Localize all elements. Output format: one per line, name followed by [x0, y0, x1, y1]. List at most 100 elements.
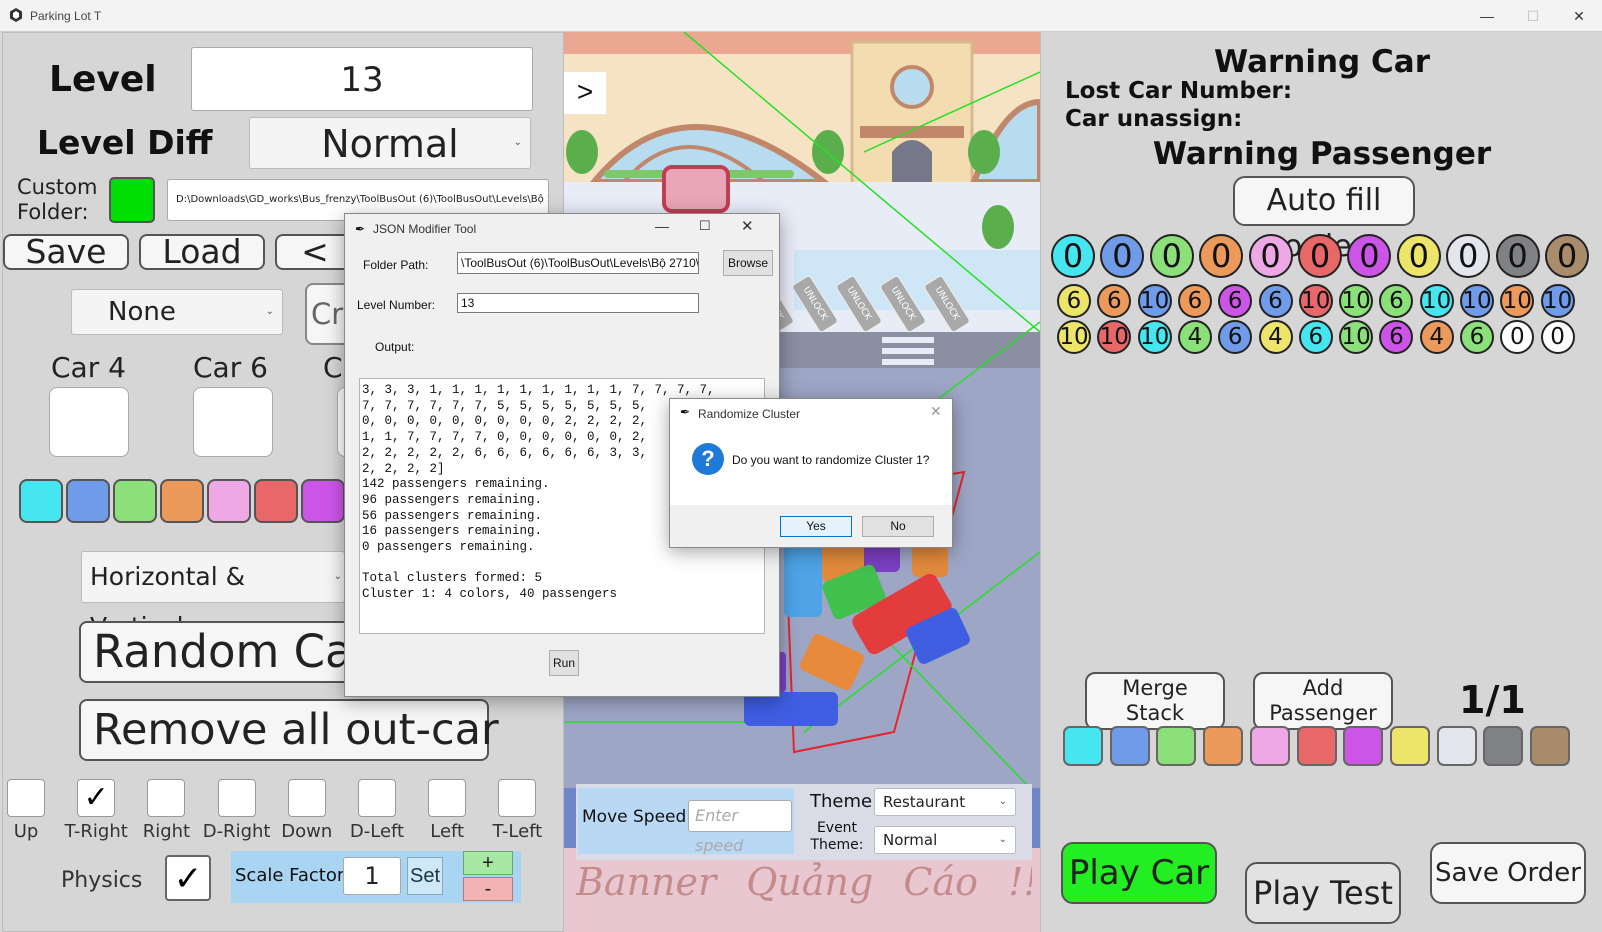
question-icon: ? [692, 443, 724, 475]
checkmark-icon: ✓ [173, 860, 203, 898]
merge-stack-button[interactable]: Merge Stack [1085, 672, 1225, 730]
level-diff-select[interactable]: Normal ⌄ [249, 117, 531, 169]
order-color-swatch[interactable] [1203, 726, 1244, 766]
scale-set-button[interactable]: Set [407, 857, 443, 895]
count-badge: 0 [1298, 234, 1342, 278]
json-window-title: JSON Modifier Tool [373, 222, 477, 236]
count-badge: 0 [1545, 234, 1589, 278]
order-color-swatch[interactable] [1483, 726, 1524, 766]
direction-label: D-Left [349, 821, 405, 842]
color-swatch[interactable] [19, 479, 63, 523]
play-test-button[interactable]: Play Test [1245, 862, 1401, 924]
direction-mode-select[interactable]: Horizontal & Vertical⌄ [81, 551, 345, 641]
order-color-swatch[interactable] [1530, 726, 1570, 766]
color-swatch[interactable] [160, 479, 204, 523]
random-car-button[interactable]: Random Car [79, 621, 369, 683]
maximize-button[interactable]: ☐ [1510, 0, 1556, 32]
count-badge: 10 [1137, 320, 1172, 354]
feather-icon: ✒ [355, 222, 366, 236]
direction-label: Right [142, 821, 191, 842]
order-color-swatch[interactable] [1156, 726, 1197, 766]
count-badge: 10 [1339, 284, 1374, 318]
minimize-icon[interactable]: — [655, 218, 669, 234]
run-button[interactable]: Run [549, 650, 579, 676]
car-unassign-label: Car unassign: [1065, 106, 1243, 132]
count-badge: 6 [1218, 284, 1253, 318]
previous-level-button[interactable]: < [275, 234, 355, 270]
dialog-close-icon[interactable]: ✕ [930, 403, 942, 420]
direction-checkbox[interactable]: ✓ [77, 779, 116, 817]
play-car-button[interactable]: Play Car [1061, 842, 1217, 904]
save-order-button[interactable]: Save Order [1430, 842, 1586, 904]
direction-label: D-Right [202, 821, 271, 842]
json-folder-path-input[interactable]: \ToolBusOut (6)\ToolBusOut\Levels\Bộ 271… [457, 252, 699, 274]
chevron-down-icon: ⌄ [998, 834, 1007, 845]
lost-car-number-label: Lost Car Number: [1065, 78, 1293, 104]
color-swatch[interactable] [207, 479, 251, 523]
direction-checkbox[interactable] [147, 779, 186, 817]
no-button[interactable]: No [862, 516, 934, 537]
browse-button[interactable]: Browse [723, 250, 773, 276]
direction-checkbox[interactable] [498, 779, 537, 817]
window-title: Parking Lot T [30, 9, 102, 23]
order-color-swatch[interactable] [1343, 726, 1384, 766]
color-swatch[interactable] [66, 479, 110, 523]
event-theme-select[interactable]: Normal ⌄ [874, 826, 1016, 854]
theme-select[interactable]: Restaurant ⌄ [874, 788, 1016, 816]
order-color-swatch[interactable] [1249, 726, 1290, 766]
add-passenger-button[interactable]: Add Passenger [1253, 672, 1393, 730]
scale-decrease-button[interactable]: - [463, 877, 513, 901]
load-button[interactable]: Load [139, 234, 265, 270]
order-color-swatch[interactable] [1389, 726, 1430, 766]
direction-checkbox[interactable] [287, 779, 326, 817]
custom-folder-toggle[interactable] [109, 177, 155, 223]
physics-checkbox[interactable]: ✓ [165, 855, 211, 901]
next-button[interactable]: > [564, 72, 606, 114]
count-badge: 10 [1419, 284, 1454, 318]
move-speed-label: Move Speed: [582, 807, 693, 827]
output-label: Output: [375, 340, 415, 354]
folder-path-label: Folder Path: [363, 258, 429, 272]
move-speed-input[interactable]: Enter speed [688, 800, 792, 855]
count-badge: 0 [1500, 320, 1535, 354]
color-swatch[interactable] [113, 479, 157, 523]
count-badge: 10 [1057, 320, 1091, 354]
scale-factor-input[interactable]: 1 [343, 857, 401, 895]
yes-button[interactable]: Yes [780, 516, 852, 537]
scale-increase-button[interactable]: + [463, 851, 513, 875]
remove-all-out-car-button[interactable]: Remove all out-car [79, 699, 499, 761]
car6-count-input[interactable] [193, 387, 273, 457]
minimize-button[interactable]: — [1464, 0, 1510, 32]
direction-checkbox[interactable] [428, 779, 467, 817]
level-label: Level [49, 59, 157, 100]
car4-count-input[interactable] [49, 387, 129, 457]
color-swatch[interactable] [301, 479, 345, 523]
auto-fill-order-button[interactable]: Auto fill order [1233, 176, 1415, 264]
direction-checkbox[interactable] [217, 779, 256, 817]
level-number-input[interactable]: 13 [457, 293, 699, 313]
direction-checkbox[interactable] [7, 779, 45, 817]
order-color-swatch[interactable] [1063, 726, 1103, 766]
car4-label: Car 4 [51, 351, 126, 384]
count-badge: 6 [1218, 320, 1253, 354]
custom-folder-label: Custom Folder: [17, 175, 98, 224]
event-theme-value: Normal [883, 831, 938, 849]
order-color-swatch[interactable] [1109, 726, 1150, 766]
order-color-swatch[interactable] [1436, 726, 1477, 766]
warning-passenger-title: Warning Passenger [1152, 136, 1492, 172]
save-button[interactable]: Save [3, 234, 129, 270]
count-badge: 6 [1298, 320, 1333, 354]
type-select[interactable]: None ⌄ [71, 289, 283, 335]
color-swatch[interactable] [254, 479, 298, 523]
close-button[interactable]: ✕ [1556, 0, 1602, 32]
order-color-swatch[interactable] [1296, 726, 1337, 766]
direction-checkbox[interactable] [358, 779, 396, 817]
close-icon[interactable]: ✕ [741, 217, 754, 235]
level-diff-value: Normal [321, 122, 459, 166]
level-diff-label: Level Diff [37, 123, 213, 162]
app-icon [10, 8, 22, 22]
count-badge: 6 [1258, 284, 1293, 318]
maximize-icon[interactable]: ☐ [699, 218, 711, 234]
level-input[interactable]: 13 [191, 47, 533, 111]
car6-label: Car 6 [193, 351, 268, 384]
